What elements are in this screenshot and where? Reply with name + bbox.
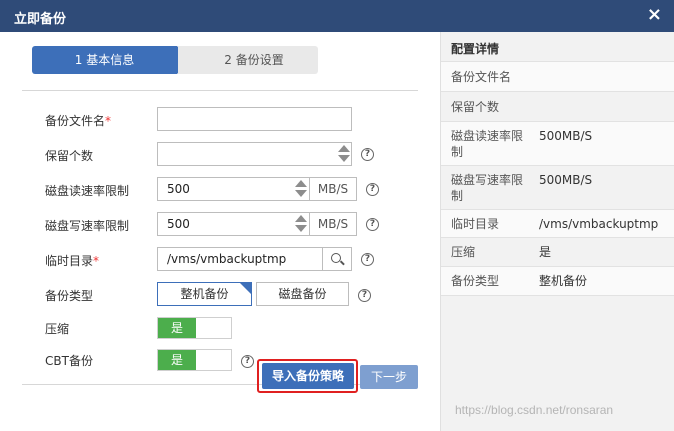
details-key: 备份文件名 [451,70,512,84]
compress-label: 压缩 [45,322,70,336]
temp-dir-input[interactable]: /vms/vmbackuptmp [157,247,323,271]
selected-corner-icon [240,283,251,294]
stepper-up-icon[interactable] [295,180,307,187]
dialog-titlebar: 立即备份 × [0,0,674,32]
details-key: 压缩 [451,245,476,259]
write-limit-help-icon[interactable]: ? [366,218,379,231]
bottom-divider [22,384,418,385]
temp-dir-help-icon[interactable]: ? [361,253,374,266]
option-label: 整机备份 [180,287,229,301]
backup-type-option-disk[interactable]: 磁盘备份 [256,282,349,306]
write-limit-stepper[interactable] [294,212,308,236]
keep-count-help-icon[interactable]: ? [361,148,374,161]
details-row: 磁盘写速率限制 500MB/S [441,166,674,210]
backup-type-option-full[interactable]: 整机备份 [157,282,252,306]
cbt-toggle[interactable]: 是 [157,349,232,371]
details-key: 备份类型 [451,274,500,288]
filename-label: 备份文件名* [45,112,111,129]
temp-dir-label: 临时目录* [45,252,99,269]
write-limit-input[interactable]: 500 [157,212,310,236]
required-mark: * [93,254,100,268]
stepper-up-icon[interactable] [338,145,350,152]
details-row: 保留个数 [441,92,674,122]
watermark-text: https://blog.csdn.net/ronsaran [455,403,614,417]
details-value: /vms/vmbackuptmp [539,217,659,231]
details-row: 临时目录 /vms/vmbackuptmp [441,210,674,238]
import-policy-button[interactable]: 导入备份策略 [262,363,354,389]
details-value: 整机备份 [539,274,588,288]
option-label: 磁盘备份 [278,287,327,301]
details-row: 压缩 是 [441,238,674,267]
config-details-panel: 配置详情 备份文件名 保留个数 磁盘读速率限制 500MB/S 磁盘写速率限制 … [440,32,674,431]
filename-input[interactable] [157,107,352,131]
stepper-up-icon[interactable] [295,215,307,222]
stepper-down-icon[interactable] [295,190,307,197]
cbt-label: CBT备份 [45,354,93,368]
details-header: 配置详情 [441,32,674,62]
details-key: 磁盘读速率限制 [451,129,524,159]
details-row: 备份类型 整机备份 [441,267,674,296]
details-value: 是 [539,245,552,259]
details-title: 配置详情 [451,42,500,56]
dialog-title: 立即备份 [14,12,67,27]
compress-toggle[interactable]: 是 [157,317,232,339]
top-divider [22,90,418,91]
toggle-on-label: 是 [158,318,196,338]
backup-type-help-icon[interactable]: ? [358,289,371,302]
stepper-down-icon[interactable] [295,225,307,232]
close-icon[interactable]: × [647,5,662,25]
details-value: 500MB/S [539,173,593,187]
toggle-on-label: 是 [158,350,196,370]
details-key: 磁盘写速率限制 [451,173,524,203]
step-backup-settings[interactable]: 2 备份设置 [178,46,318,74]
details-value: 500MB/S [539,129,593,143]
keep-count-input[interactable] [157,142,352,166]
write-limit-unit: MB/S [309,212,357,236]
details-row: 备份文件名 [441,62,674,92]
read-limit-stepper[interactable] [294,177,308,201]
keep-count-stepper[interactable] [337,142,351,166]
cbt-help-icon[interactable]: ? [241,355,254,368]
required-mark: * [105,114,112,128]
next-button[interactable]: 下一步 [360,365,418,389]
write-limit-label: 磁盘写速率限制 [45,219,130,233]
browse-dir-button[interactable] [322,247,352,271]
backup-type-label: 备份类型 [45,289,94,303]
step-basic-info[interactable]: 1 基本信息 [32,46,190,74]
stepper-down-icon[interactable] [338,155,350,162]
search-icon-handle [340,260,345,266]
read-limit-input[interactable]: 500 [157,177,310,201]
temp-dir-label-text: 临时目录 [45,254,94,268]
keep-count-label: 保留个数 [45,149,94,163]
filename-label-text: 备份文件名 [45,114,106,128]
read-limit-help-icon[interactable]: ? [366,183,379,196]
details-row: 磁盘读速率限制 500MB/S [441,122,674,166]
details-key: 临时目录 [451,217,500,231]
details-key: 保留个数 [451,100,500,114]
read-limit-unit: MB/S [309,177,357,201]
read-limit-label: 磁盘读速率限制 [45,184,130,198]
